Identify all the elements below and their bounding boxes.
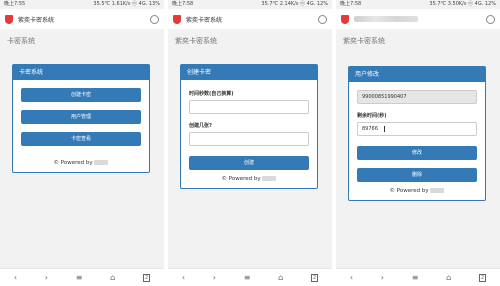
redacted-title [354,16,418,22]
status-time: 晚上7:55 [4,1,26,7]
create-card-button[interactable]: 创建卡密 [21,88,141,102]
menu-icon[interactable]: ≡ [76,273,83,282]
redacted-name [94,160,109,165]
forward-icon[interactable]: › [213,273,216,282]
view-cards-button[interactable]: 卡密查看 [21,132,141,146]
app-title: 紫奕卡密系统 [18,16,55,24]
status-time: 晚上7:58 [172,1,194,7]
menu-icon[interactable]: ≡ [412,273,419,282]
status-indicators: 35.5℃ 1.61K/s ⓝ 4G. 13% [93,1,160,7]
site-brand[interactable]: 紫奕卡密系统 [336,32,500,50]
screen-create: 晚上7:58 35.7℃ 2.14K/s ⓝ 4G. 12% 紫奕卡密系统 紫奕… [168,0,332,286]
panel-title: 创建卡密 [181,65,317,80]
user-id-field: 99000851990407 [357,90,477,104]
powered-by-text: © Powered by [389,188,429,194]
site-brand[interactable]: 卡密系统 [0,32,164,50]
remaining-time-input[interactable]: 89766 [357,122,477,136]
user-management-button[interactable]: 用户管理 [21,110,141,124]
screens: 晚上7:55 35.5℃ 1.61K/s ⓝ 4G. 13% 紫奕卡密系统 卡密… [0,0,500,286]
forward-icon[interactable]: › [381,273,384,282]
count-input[interactable] [189,132,309,146]
create-button[interactable]: 创建 [189,156,309,170]
modify-button[interactable]: 修改 [357,146,477,160]
home-icon[interactable]: ⌂ [110,273,115,282]
app-title: 紫奕卡密系统 [186,16,223,24]
tabs-count-icon[interactable]: 2 [478,273,487,282]
back-icon[interactable]: ‹ [14,273,17,282]
powered-by: © Powered by [21,160,141,166]
status-time: 晚上7:58 [340,1,362,7]
redacted-name [430,188,445,193]
screen-home: 晚上7:55 35.5℃ 1.61K/s ⓝ 4G. 13% 紫奕卡密系统 卡密… [0,0,164,286]
back-icon[interactable]: ‹ [182,273,185,282]
menu-icon[interactable]: ≡ [244,273,251,282]
status-indicators: 35.7℃ 3.50K/s ⓝ 4G. 12% [429,1,496,7]
create-panel: 创建卡密 时间秒数(自己换算) 创建几张? 创建 © Powered by [180,64,318,189]
panel-title: 用户修改 [349,67,485,82]
seconds-input[interactable] [189,100,309,114]
shield-icon [5,14,13,24]
browser-titlebar: 紫奕卡密系统 [168,9,332,29]
shield-icon [173,14,181,24]
forward-icon[interactable]: › [45,273,48,282]
menu-circle-icon[interactable] [486,14,495,24]
text-cursor [383,125,385,132]
home-icon[interactable]: ⌂ [278,273,283,282]
browser-titlebar: 紫奕卡密系统 [0,9,164,29]
delete-button[interactable]: 删除 [357,168,477,182]
remaining-time-value: 89766 [362,126,378,132]
screen-edit-user: 晚上7:58 35.7℃ 3.50K/s ⓝ 4G. 12% 紫奕卡密系统 用户… [336,0,500,286]
powered-by: © Powered by [357,188,477,194]
tabs-count-icon[interactable]: 2 [310,273,319,282]
site-brand[interactable]: 紫奕卡密系统 [168,32,332,50]
panel-title: 卡密系统 [13,65,149,80]
redacted-name [262,176,277,181]
nav-bar: ‹ › ≡ ⌂ 2 [0,268,164,286]
remaining-time-label: 剩余时间(秒) [357,113,387,119]
nav-bar: ‹ › ≡ ⌂ 2 [336,268,500,286]
back-icon[interactable]: ‹ [350,273,353,282]
status-bar: 晚上7:55 35.5℃ 1.61K/s ⓝ 4G. 13% [0,0,164,9]
edit-panel: 用户修改 99000851990407 剩余时间(秒) 89766 修改 删除 … [348,66,486,201]
count-label: 创建几张? [189,123,212,129]
status-bar: 晚上7:58 35.7℃ 2.14K/s ⓝ 4G. 12% [168,0,332,9]
powered-by: © Powered by [189,176,309,182]
powered-by-text: © Powered by [53,160,93,166]
main-panel: 卡密系统 创建卡密 用户管理 卡密查看 © Powered by [12,64,150,173]
status-bar: 晚上7:58 35.7℃ 3.50K/s ⓝ 4G. 12% [336,0,500,9]
home-icon[interactable]: ⌂ [446,273,451,282]
nav-bar: ‹ › ≡ ⌂ 2 [168,268,332,286]
tabs-count-icon[interactable]: 2 [142,273,151,282]
shield-icon [341,14,349,24]
powered-by-text: © Powered by [221,176,261,182]
browser-titlebar [336,9,500,29]
menu-circle-icon[interactable] [318,14,327,24]
status-indicators: 35.7℃ 2.14K/s ⓝ 4G. 12% [261,1,328,7]
menu-circle-icon[interactable] [150,14,159,24]
seconds-label: 时间秒数(自己换算) [189,91,234,97]
